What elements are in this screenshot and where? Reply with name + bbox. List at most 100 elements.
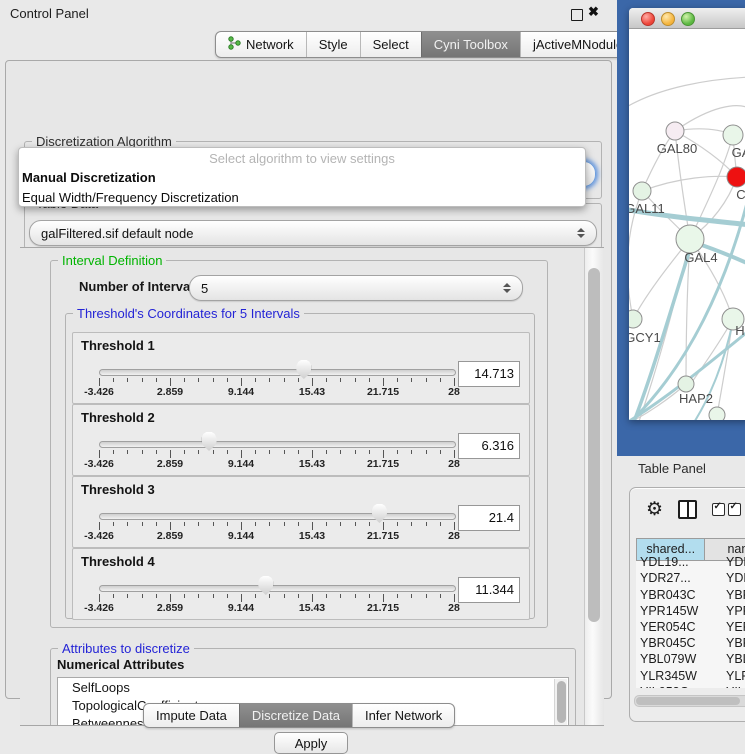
table-cell: YDL1: [716, 554, 745, 570]
slider-track[interactable]: [99, 585, 456, 592]
tab-cyni-toolbox[interactable]: Cyni Toolbox: [421, 32, 520, 57]
tick-mark: [426, 378, 427, 382]
network-node[interactable]: [723, 125, 743, 145]
tick-mark: [127, 450, 128, 454]
tick-mark: [170, 594, 171, 602]
table-row[interactable]: YER054CYER0: [636, 619, 745, 635]
tick-mark: [113, 594, 114, 598]
tick-mark: [99, 522, 100, 530]
scrollbar-thumb[interactable]: [636, 697, 740, 705]
network-node[interactable]: [629, 310, 642, 328]
slider-track[interactable]: [99, 513, 456, 520]
tick-mark: [227, 450, 228, 454]
network-window-titlebar[interactable]: [629, 8, 745, 29]
scrollbar-thumb[interactable]: [588, 268, 600, 622]
zoom-traffic-light-icon[interactable]: [681, 12, 695, 26]
table-row[interactable]: YIL053CYIL0: [636, 684, 745, 689]
table-row[interactable]: YLR345WYLR3: [636, 668, 745, 684]
table-cell: YER0: [716, 619, 745, 635]
table-header-row: shared...name: [636, 538, 745, 554]
table-row[interactable]: YPR145WYPR1: [636, 603, 745, 619]
tick-mark: [397, 378, 398, 382]
minimize-traffic-light-icon[interactable]: [661, 12, 675, 26]
tick-label: 28: [448, 602, 460, 614]
combo-stepper-icon[interactable]: [570, 228, 596, 238]
threshold-label: Threshold 2: [81, 410, 155, 425]
tab-infer-network[interactable]: Infer Network: [352, 704, 454, 727]
tick-label: -3.426: [84, 602, 114, 614]
dropdown-prompt-item[interactable]: Select algorithm to view settings: [19, 148, 585, 168]
tab-style[interactable]: Style: [306, 32, 360, 57]
tick-mark: [454, 378, 455, 386]
node-label[interactable]: GAL80: [657, 141, 697, 156]
network-node[interactable]: [666, 122, 684, 140]
tick-mark: [383, 378, 384, 386]
tick-mark: [269, 522, 270, 526]
tick-mark: [184, 522, 185, 526]
tick-mark: [170, 522, 171, 530]
close-panel-icon[interactable]: ✖: [588, 4, 599, 20]
close-traffic-light-icon[interactable]: [641, 12, 655, 26]
network-canvas[interactable]: GAL80 GA C GAL11 GAL4 GCY1 H HAP2: [629, 29, 745, 420]
threshold-value-field[interactable]: 6.316: [458, 433, 520, 459]
tab-discretize-data[interactable]: Discretize Data: [239, 704, 352, 727]
table-row[interactable]: YDR27...YDR2: [636, 570, 745, 586]
list-item[interactable]: SelfLoops: [58, 678, 568, 696]
slider-track[interactable]: [99, 369, 456, 376]
tick-mark: [355, 594, 356, 598]
slider-thumb[interactable]: [296, 360, 311, 379]
node-label[interactable]: GAL11: [629, 201, 665, 216]
network-node[interactable]: [678, 376, 694, 392]
slider-thumb[interactable]: [372, 504, 387, 523]
table-row[interactable]: YBR043CYBR0: [636, 587, 745, 603]
split-view-icon[interactable]: [678, 500, 697, 519]
tab-network[interactable]: Network: [216, 32, 306, 57]
tick-mark: [198, 522, 199, 526]
table-data-combobox[interactable]: galFiltered.sif default node: [29, 220, 597, 246]
table-row[interactable]: YBR045CYBR0: [636, 635, 745, 651]
tab-label: Style: [319, 37, 348, 52]
tick-mark: [326, 522, 327, 526]
horizontal-scrollbar[interactable]: [634, 695, 745, 707]
tick-mark: [355, 450, 356, 454]
dropdown-item[interactable]: Manual Discretization: [19, 168, 585, 188]
table-row[interactable]: YDL19...YDL1: [636, 554, 745, 570]
slider-thumb[interactable]: [202, 432, 217, 451]
node-label[interactable]: GCY1: [629, 330, 661, 345]
slider-thumb[interactable]: [258, 576, 273, 595]
vertical-scrollbar[interactable]: [584, 248, 604, 725]
threshold-value-field[interactable]: 14.713: [458, 361, 520, 387]
network-node[interactable]: [709, 407, 725, 420]
node-label[interactable]: HAP2: [679, 391, 713, 406]
gear-icon[interactable]: ⚙: [646, 500, 663, 519]
node-label[interactable]: GAL4: [684, 250, 717, 265]
node-label[interactable]: GA: [732, 145, 745, 160]
tick-mark: [241, 522, 242, 530]
checkbox-icon[interactable]: [728, 503, 741, 516]
network-node[interactable]: [676, 225, 704, 253]
tick-label: 15.43: [299, 458, 325, 470]
intervals-combobox[interactable]: 5: [189, 275, 523, 301]
slider-track[interactable]: [99, 441, 456, 448]
tick-mark: [184, 378, 185, 382]
list-scrollbar[interactable]: [554, 679, 567, 726]
table-cell: YPR1: [716, 603, 745, 619]
apply-button[interactable]: Apply: [274, 732, 348, 754]
checkbox-icon[interactable]: [712, 503, 725, 516]
tab-select[interactable]: Select: [360, 32, 421, 57]
node-label[interactable]: C: [736, 187, 745, 202]
combo-stepper-icon[interactable]: [496, 283, 522, 293]
dropdown-item[interactable]: Equal Width/Frequency Discretization: [19, 188, 585, 208]
node-label[interactable]: H: [735, 323, 744, 338]
tick-label: 9.144: [228, 602, 254, 614]
threshold-value-field[interactable]: 11.344: [458, 577, 520, 603]
float-panel-icon[interactable]: [571, 9, 583, 21]
tick-label: 28: [448, 458, 460, 470]
table-row[interactable]: YBL079WYBL0: [636, 651, 745, 667]
network-node[interactable]: [727, 167, 745, 187]
threshold-row: Threshold 4-3.4262.8599.14415.4321.71528…: [72, 548, 530, 620]
network-edge: [642, 176, 737, 191]
network-node[interactable]: [633, 182, 651, 200]
tab-impute-data[interactable]: Impute Data: [144, 704, 239, 727]
threshold-value-field[interactable]: 21.4: [458, 505, 520, 531]
